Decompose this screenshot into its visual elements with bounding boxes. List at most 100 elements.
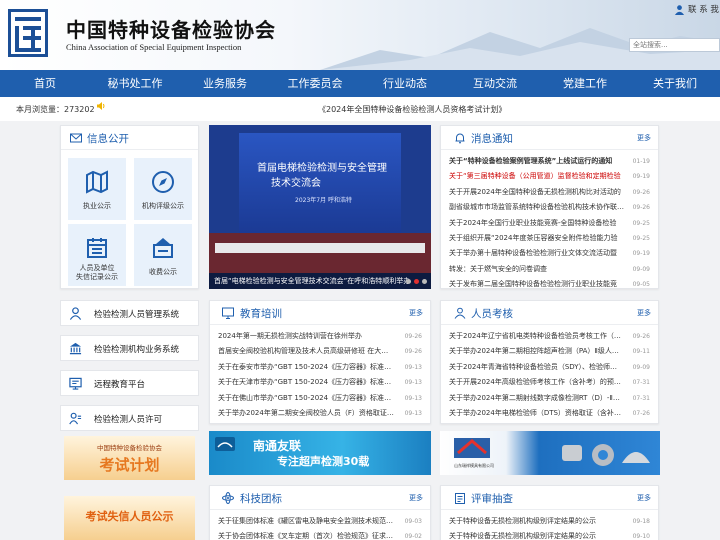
tile-label: 机构评级公示 [142,202,184,210]
tile-institution-rating[interactable]: 机构评级公示 [134,158,192,220]
side-link-personnel-license[interactable]: 检验检测人员许可 [60,405,199,431]
list-item[interactable]: 关于2024年青海省特种设备检验员（SDY）、检验师（S… 09-09 [449,360,650,375]
tile-credit-record[interactable]: 人员及单位 失信记录公示 [68,224,126,286]
nav-secretariat[interactable]: 秘书处工作 [90,70,180,97]
ad-shandong-ruixiang[interactable]: 山东瑞祥模具有限公司 [440,431,660,475]
visit-label: 本月浏览量： [16,105,64,114]
list-item-date: 07-31 [632,379,650,387]
more-link[interactable]: 更多 [409,308,423,318]
side-link-remote-education[interactable]: 远程教育平台 [60,370,199,396]
list-item[interactable]: 关于征集团体标准《罐区雷电及静电安全监测技术规范… 09-03 [218,514,422,529]
list-item-title: 关于“第三届特种设备（公用管道）监督检验和定期检验 [449,172,621,181]
carousel-dot[interactable] [406,279,411,284]
promo-dishonest-list[interactable]: 考试失信人员公示 [64,496,195,540]
list-item[interactable]: 副省级城市市场监管系统特种设备检验机构技术协作联盟成立 09-26 [449,200,650,215]
map-icon [86,170,108,194]
ad-nantong-youlian[interactable]: 南通友联 专注超声检测30载 [209,431,431,475]
list-item[interactable]: 关于组织开展“2024年度茶压容器安全附件检验能力验 09-25 [449,231,650,246]
side-link-personnel-system[interactable]: 检验检测人员管理系统 [60,300,199,326]
contact-link[interactable]: 联 系 我 [674,3,719,15]
list-item-date: 07-26 [632,409,650,417]
tile-label: 收费公示 [149,268,177,276]
association-logo[interactable] [8,9,48,57]
ad-title: 南通友联 [253,439,302,453]
list-item-date: 09-03 [404,518,422,525]
more-link[interactable]: 更多 [409,493,423,503]
site-header: 中国特种设备检验协会 China Association of Special … [0,0,720,70]
list-item[interactable]: 关于开展2024年全国特种设备无损检测机构比对活动的 09-26 [449,185,650,200]
card-title: 科技团标 [240,493,282,505]
list-item-date: 09-02 [404,533,422,540]
list-item[interactable]: 关于在佛山市举办“GBT 150-2024《压力容器》标准宣… 09-13 [218,391,422,406]
list-item[interactable]: 关于“特种设备检验案例管理系统”上线试运行的通知 01-19 [449,154,650,169]
ad-subtitle: 专注超声检测30载 [277,455,370,468]
list-item-date: 07-31 [632,394,650,402]
list-item-title: 关于2024年青海省特种设备检验员（SDY）、检验师（S… [449,362,624,371]
list-item[interactable]: 首届安全阀校验机构管理及技术人员高级研修班 在大… 09-26 [218,344,422,359]
list-item[interactable]: 2024年第一期无损检测实战特训营在徐州举办 09-26 [218,329,422,344]
tile-practice-notice[interactable]: 执业公示 [68,158,126,220]
review-list: 关于特种设备无损检测机构级别评定结果的公示 09-18 关于特种设备无损检测机构级别… [449,514,650,540]
list-item-title: 关于举办2024年第二期射线数字成像检测RT（D）-Ⅱ级… [449,393,624,402]
list-item-date: 09-13 [404,379,422,387]
list-item[interactable]: 关于特种设备无损检测机构级别评定结果的公示 09-10 [449,529,650,540]
list-item-date: 09-26 [632,333,650,340]
card-header: 消息通知 更多 [441,126,658,150]
list-item[interactable]: 关于举办2024年电梯检验师（DTS）资格取证（含补考… 07-26 [449,406,650,421]
list-item[interactable]: 转发：关于燃气安全的问卷调查 09-09 [449,262,650,277]
nav-industry-news[interactable]: 行业动态 [360,70,450,97]
carousel-dots [406,279,427,284]
scrolling-notice[interactable]: 《2024年全国特种设备检验检测人员资格考试计划》 [318,104,506,115]
list-item[interactable]: 关于发布第二届全国特种设备检验检测行业职业技能竞 09-05 [449,277,650,292]
news-photo-carousel[interactable]: 首届电梯检验检测与安全管理 技术交流会 2023年7月 呼和浩特 首届“电梯检验… [209,125,431,289]
search-input[interactable]: 全站搜索... [629,38,720,52]
more-link[interactable]: 更多 [637,133,651,143]
list-item-date: 09-26 [632,204,650,212]
list-item-title: 关于“特种设备检验案例管理系统”上线试运行的通知 [449,157,613,165]
training-card: 教育培训 更多 2024年第一期无损检测实战特训营在徐州举办 09-26 首届安全阀… [209,300,431,424]
list-item[interactable]: 关于2024年全国行业职业技能竞赛-全国特种设备检验 09-25 [449,216,650,231]
list-item[interactable]: 关于“第三届特种设备（公用管道）监督检验和定期检验 09-19 [449,169,650,184]
more-link[interactable]: 更多 [637,493,651,503]
training-list: 2024年第一期无损检测实战特训营在徐州举办 09-26 首届安全阀校验机构管理及技… [218,329,422,421]
list-item-date: 09-09 [632,265,650,273]
side-link-label: 检验检测人员许可 [94,415,163,425]
side-link-label: 远程教育平台 [94,380,146,390]
site-subtitle: China Association of Special Equipment I… [66,42,242,52]
list-item-date: 09-25 [632,234,650,242]
promo-exam-plan[interactable]: 中国特种设备检验协会 考试计划 [64,436,195,480]
envelope-icon [70,133,82,143]
person-icon [454,307,466,319]
more-link[interactable]: 更多 [637,308,651,318]
nav-party-building[interactable]: 党建工作 [540,70,630,97]
card-header: 教育培训 更多 [210,301,430,325]
list-item[interactable]: 关于开展2024年高级检验师考核工作（含补考）的预报… 07-31 [449,375,650,390]
carousel-dot-active[interactable] [414,279,419,284]
list-item[interactable]: 关于举办第十届特种设备检验检测行业文体交流活动暨 09-19 [449,246,650,261]
nav-interaction[interactable]: 互动交流 [450,70,540,97]
list-item[interactable]: 关于举办2024年第二期射线数字成像检测RT（D）-Ⅱ级… 07-31 [449,391,650,406]
side-link-label: 检验检测机构业务系统 [94,345,180,355]
banner-title-line1: 首届电梯检验检测与安全管理 [257,163,387,174]
nav-home[interactable]: 首页 [0,70,90,97]
side-link-institution-system[interactable]: 检验检测机构业务系统 [60,335,199,361]
tile-fees[interactable]: 收费公示 [134,224,192,286]
list-item-date: 09-18 [632,518,650,525]
list-item[interactable]: 关于举办2024年第二期相控阵超声检测（PA）Ⅱ级人员… 09-11 [449,344,650,359]
carousel-dot[interactable] [422,279,427,284]
list-item-title: 关于2024年全国行业职业技能竞赛-全国特种设备检验 [449,218,617,227]
nav-committees[interactable]: 工作委员会 [270,70,360,97]
list-item[interactable]: 关于协会团体标准《叉车定期（首次）检验规范》征求… 09-02 [218,529,422,540]
list-item[interactable]: 关于在泰安市举办“GBT 150-2024《压力容器》标准宣… 09-13 [218,360,422,375]
nav-about[interactable]: 关于我们 [630,70,720,97]
list-item-title: 关于征集团体标准《罐区雷电及静电安全监测技术规范… [218,517,393,525]
photo-caption[interactable]: 首届“电梯检验检测与安全管理技术交流会”在呼和浩特顺利举办 [209,273,431,289]
list-item[interactable]: 关于2024年辽宁省机电类特种设备检验员考核工作（含… 09-26 [449,329,650,344]
list-item[interactable]: 关于在天津市举办“GBT 150-2024《压力容器》标准宣… 09-13 [218,375,422,390]
list-item[interactable]: 关于特种设备无损检测机构级别评定结果的公示 09-18 [449,514,650,529]
nav-services[interactable]: 业务服务 [180,70,270,97]
list-item-date: 01-19 [632,158,650,165]
card-title: 信息公开 [87,133,129,145]
compass-icon [152,171,174,193]
list-item[interactable]: 关于举办2024年第二期安全阀校验人员（F）资格取证… 09-13 [218,406,422,421]
